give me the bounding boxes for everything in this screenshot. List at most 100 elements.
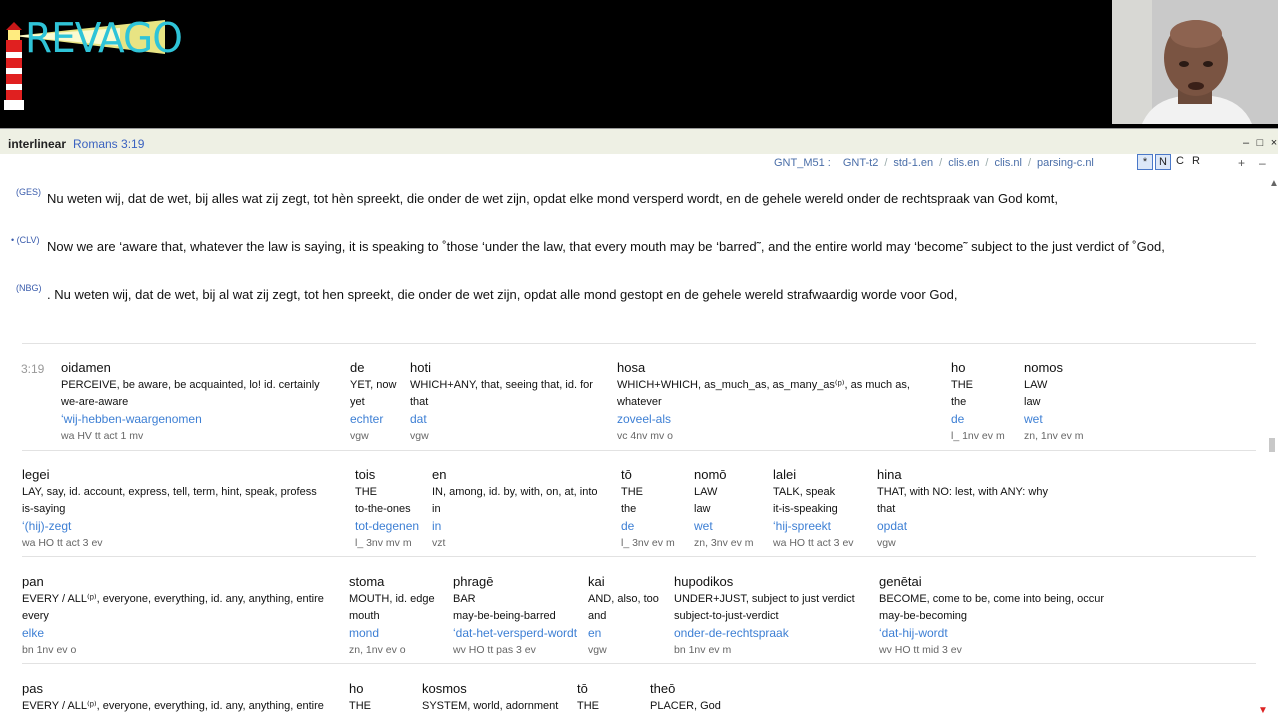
module-clis-en[interactable]: clis.en xyxy=(948,157,979,169)
english-gloss: LAW xyxy=(694,486,718,498)
module-clis-nl[interactable]: clis.nl xyxy=(994,157,1022,169)
greek-word[interactable]: kai xyxy=(588,573,659,590)
concordant-gloss: the xyxy=(951,396,967,408)
interlinear-word[interactable]: kosmos SYSTEM, world, adornment xyxy=(422,680,558,715)
interlinear-word[interactable]: en IN, among, id. by, with, on, at, into i… xyxy=(432,466,598,552)
greek-word[interactable]: tō xyxy=(621,466,675,483)
brand-logo-text: REVAGO xyxy=(25,14,183,62)
mode-c-button[interactable]: C xyxy=(1173,154,1187,168)
greek-word[interactable]: lalei xyxy=(773,466,854,483)
greek-word[interactable]: pan xyxy=(22,573,324,590)
mode-star-button[interactable]: * xyxy=(1137,154,1153,170)
interlinear-word[interactable]: pan EVERY / ALL⁽ᵖ⁾, everyone, everything,… xyxy=(22,573,324,659)
translation-text: Nu weten wij, dat de wet, bij alles wat … xyxy=(47,191,1058,206)
concordant-gloss: and xyxy=(588,610,607,622)
verse-number[interactable]: 3:19 xyxy=(21,362,44,376)
module-parsing-c-nl[interactable]: parsing-c.nl xyxy=(1037,157,1094,169)
greek-word[interactable]: kosmos xyxy=(422,680,558,697)
minimize-icon[interactable]: – xyxy=(1242,137,1250,149)
greek-word[interactable]: pas xyxy=(22,680,324,697)
interlinear-word[interactable]: tō THE xyxy=(577,680,599,715)
interlinear-word[interactable]: hupodikos UNDER+JUST, subject to just ver… xyxy=(674,573,855,659)
translation-code[interactable]: (NBG) xyxy=(16,283,42,293)
parsing-code: l_ 1nv ev m xyxy=(951,430,1005,442)
greek-word[interactable]: tō xyxy=(577,680,599,697)
interlinear-word[interactable]: nomō LAW law wet zn, 3nv ev m xyxy=(694,466,754,552)
row-divider xyxy=(22,450,1256,451)
parsing-code: vgw xyxy=(350,430,369,442)
mode-r-button[interactable]: R xyxy=(1189,154,1203,168)
greek-word[interactable]: stoma xyxy=(349,573,435,590)
english-gloss: TALK, speak xyxy=(773,486,836,498)
interlinear-word[interactable]: stoma MOUTH, id. edge mouth mond zn, 1nv ev … xyxy=(349,573,435,659)
dutch-gloss: ‘hij-spreekt xyxy=(773,519,832,533)
interlinear-word[interactable]: lalei TALK, speak it-is-speaking ‘hij-spree… xyxy=(773,466,854,552)
interlinear-word[interactable]: phragē BAR may-be-being-barred ‘dat-het-ver… xyxy=(453,573,577,659)
interlinear-word[interactable]: hosa WHICH+WHICH, as_much_as, as_many_as⁽… xyxy=(617,359,910,445)
greek-word[interactable]: nomos xyxy=(1024,359,1084,376)
translation-text: . Nu weten wij, dat de wet, bij al wat z… xyxy=(47,287,958,302)
interlinear-word[interactable]: tois THE to-the-ones tot-degenen l_ 3nv mv m xyxy=(355,466,419,552)
translation-code[interactable]: (GES) xyxy=(16,187,41,197)
greek-word[interactable]: hupodikos xyxy=(674,573,855,590)
zoom-in-icon[interactable]: + xyxy=(1238,156,1245,170)
english-gloss: IN, among, id. by, with, on, at, into xyxy=(432,486,598,498)
greek-word[interactable]: en xyxy=(432,466,598,483)
interlinear-word[interactable]: hina THAT, with NO: lest, with ANY: why th… xyxy=(877,466,1048,552)
mode-n-button[interactable]: N xyxy=(1155,154,1171,170)
scroll-up-icon[interactable]: ▲ xyxy=(1269,178,1278,189)
greek-word[interactable]: hina xyxy=(877,466,1048,483)
concordant-gloss: in xyxy=(432,503,441,515)
module-gnt-t2[interactable]: GNT-t2 xyxy=(843,157,878,169)
greek-word[interactable]: ho xyxy=(951,359,1005,376)
row-divider xyxy=(22,556,1256,557)
interlinear-word[interactable]: nomos LAW law wet zn, 1nv ev m xyxy=(1024,359,1084,445)
greek-word[interactable]: ho xyxy=(349,680,371,697)
webcam-overlay xyxy=(1112,0,1278,124)
zoom-controls: + – xyxy=(1238,156,1266,170)
interlinear-word[interactable]: de YET, now yet echter vgw xyxy=(350,359,396,445)
concordant-gloss: yet xyxy=(350,396,365,408)
greek-word[interactable]: tois xyxy=(355,466,419,483)
interlinear-word[interactable]: legei LAY, say, id. account, express, tel… xyxy=(22,466,317,552)
greek-word[interactable]: hosa xyxy=(617,359,910,376)
dutch-gloss: opdat xyxy=(877,519,908,533)
greek-word[interactable]: de xyxy=(350,359,396,376)
module-gnt-m51[interactable]: GNT_M51 : xyxy=(774,157,831,169)
greek-word[interactable]: legei xyxy=(22,466,317,483)
greek-word[interactable]: nomō xyxy=(694,466,754,483)
translation-nbg: (NBG) . Nu weten wij, dat de wet, bij al… xyxy=(0,283,1262,303)
passage-reference[interactable]: Romans 3:19 xyxy=(73,137,144,151)
dutch-gloss: ‘dat-het-versperd-wordt xyxy=(453,626,578,640)
vertical-scrollbar[interactable]: ▲ ▼ xyxy=(1258,176,1278,720)
english-gloss: BECOME, come to be, come into being, occ… xyxy=(879,593,1104,605)
maximize-icon[interactable]: □ xyxy=(1256,137,1264,149)
interlinear-word[interactable]: oidamen PERCEIVE, be aware, be acquainted… xyxy=(61,359,320,445)
dutch-gloss: ‘dat-hij-wordt xyxy=(879,626,948,640)
module-std-1-en[interactable]: std-1.en xyxy=(893,157,933,169)
english-gloss: PERCEIVE, be aware, be acquainted, lo! i… xyxy=(61,379,320,391)
dutch-gloss: ‘(hij)-zegt xyxy=(22,519,72,533)
scroll-down-icon[interactable]: ▼ xyxy=(1258,705,1268,716)
english-gloss: YET, now xyxy=(350,379,397,391)
greek-word[interactable]: phragē xyxy=(453,573,577,590)
interlinear-word[interactable]: hoti WHICH+ANY, that, seeing that, id. fo… xyxy=(410,359,593,445)
scroll-thumb[interactable] xyxy=(1269,438,1275,452)
window-titlebar: interlinear Romans 3:19 – □ × xyxy=(0,128,1278,154)
interlinear-word[interactable]: ho THE the de l_ 1nv ev m xyxy=(951,359,1005,445)
greek-word[interactable]: hoti xyxy=(410,359,593,376)
english-gloss: BAR xyxy=(453,593,476,605)
close-icon[interactable]: × xyxy=(1270,137,1278,149)
zoom-out-icon[interactable]: – xyxy=(1259,156,1266,170)
interlinear-word[interactable]: theō PLACER, God xyxy=(650,680,721,715)
interlinear-word[interactable]: pas EVERY / ALL⁽ᵖ⁾, everyone, everything,… xyxy=(22,680,324,715)
interlinear-word[interactable]: tō THE the de l_ 3nv ev m xyxy=(621,466,675,552)
interlinear-word[interactable]: kai AND, also, too and en vgw xyxy=(588,573,659,659)
interlinear-word[interactable]: genētai BECOME, come to be, come into bei… xyxy=(879,573,1104,659)
greek-word[interactable]: genētai xyxy=(879,573,1104,590)
greek-word[interactable]: oidamen xyxy=(61,359,320,376)
interlinear-word[interactable]: ho THE xyxy=(349,680,371,715)
translation-code[interactable]: • (CLV) xyxy=(11,235,40,245)
greek-word[interactable]: theō xyxy=(650,680,721,697)
parsing-code: vgw xyxy=(410,430,429,442)
